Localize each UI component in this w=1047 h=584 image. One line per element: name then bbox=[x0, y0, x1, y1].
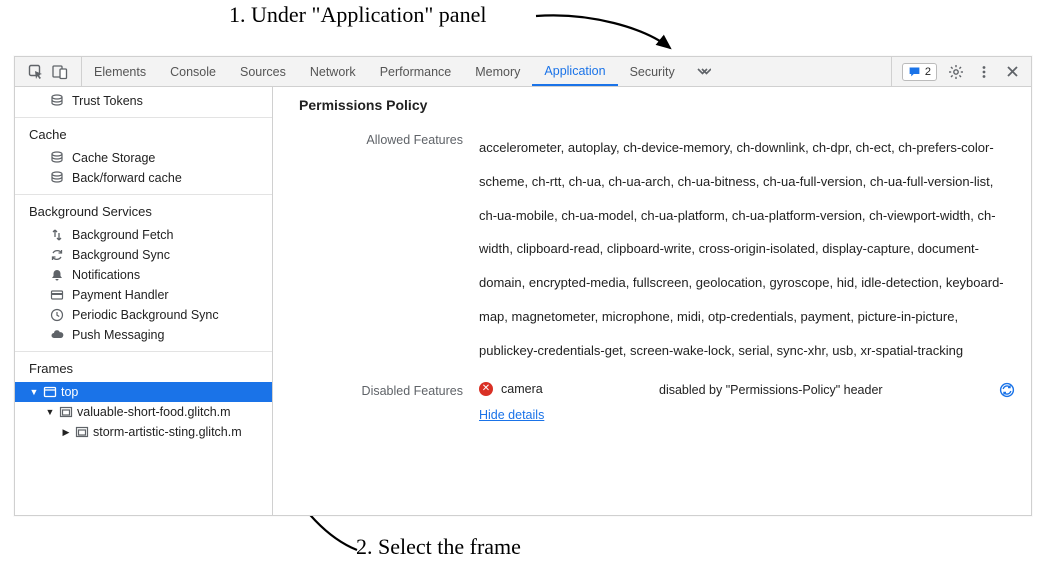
tab-elements[interactable]: Elements bbox=[82, 57, 158, 86]
allowed-features-value: accelerometer, autoplay, ch-device-memor… bbox=[479, 131, 1015, 368]
message-icon bbox=[908, 65, 921, 78]
arrow-top bbox=[530, 10, 690, 60]
card-icon bbox=[50, 288, 64, 302]
sidebar-label: Periodic Background Sync bbox=[72, 308, 219, 322]
tree-row-child[interactable]: ▶ storm-artistic-sting.glitch.m bbox=[15, 422, 272, 442]
devtools-window: Elements Console Sources Network Perform… bbox=[14, 56, 1032, 516]
sidebar-label: Cache Storage bbox=[72, 151, 155, 165]
sidebar-item-periodic-sync[interactable]: Periodic Background Sync bbox=[15, 305, 272, 325]
sidebar-label: Background Fetch bbox=[72, 228, 173, 242]
sidebar-label: Payment Handler bbox=[72, 288, 169, 302]
tree-row-child[interactable]: ▼ valuable-short-food.glitch.m bbox=[15, 402, 272, 422]
annotation-bottom: 2. Select the frame bbox=[356, 534, 521, 560]
messages-count: 2 bbox=[925, 66, 931, 78]
tabs-container: Elements Console Sources Network Perform… bbox=[82, 57, 891, 86]
hide-details-link[interactable]: Hide details bbox=[479, 408, 544, 422]
tree-label: valuable-short-food.glitch.m bbox=[77, 405, 231, 419]
kebab-icon[interactable] bbox=[975, 63, 993, 81]
sidebar-header-cache: Cache bbox=[15, 120, 272, 148]
section-title: Permissions Policy bbox=[299, 97, 1015, 113]
annotation-top: 1. Under "Application" panel bbox=[229, 2, 486, 28]
transfer-icon bbox=[50, 228, 64, 242]
caret-down-icon: ▼ bbox=[29, 387, 39, 397]
error-icon: ✕ bbox=[479, 382, 493, 396]
sidebar-item-bf-cache[interactable]: Back/forward cache bbox=[15, 168, 272, 188]
sidebar-header-bg: Background Services bbox=[15, 197, 272, 225]
database-icon bbox=[50, 151, 64, 165]
frames-tree: ▼ top ▼ valuable-short-food.glitch.m ▶ s… bbox=[15, 382, 272, 442]
close-icon[interactable] bbox=[1003, 63, 1021, 81]
tab-performance[interactable]: Performance bbox=[368, 57, 464, 86]
sidebar-item-cache-storage[interactable]: Cache Storage bbox=[15, 148, 272, 168]
more-tabs-icon[interactable] bbox=[687, 57, 721, 86]
sidebar-item-notifications[interactable]: Notifications bbox=[15, 265, 272, 285]
inspect-icon[interactable] bbox=[27, 63, 45, 81]
caret-right-icon: ▶ bbox=[61, 427, 71, 438]
database-icon bbox=[50, 94, 64, 108]
caret-down-icon: ▼ bbox=[45, 407, 55, 417]
iframe-icon bbox=[75, 425, 89, 439]
sidebar: Trust Tokens Cache Cache Storage Back/fo… bbox=[15, 87, 273, 515]
sidebar-label: Background Sync bbox=[72, 248, 170, 262]
tree-row-top[interactable]: ▼ top bbox=[15, 382, 272, 402]
disabled-feature-reason: disabled by "Permissions-Policy" header bbox=[659, 383, 991, 397]
disabled-feature-name: camera bbox=[501, 382, 543, 396]
disabled-features-label: Disabled Features bbox=[299, 382, 479, 398]
sidebar-item-bg-sync[interactable]: Background Sync bbox=[15, 245, 272, 265]
messages-badge[interactable]: 2 bbox=[902, 63, 937, 81]
clock-icon bbox=[50, 308, 64, 322]
sidebar-label: Notifications bbox=[72, 268, 140, 282]
sidebar-label: Push Messaging bbox=[72, 328, 164, 342]
allowed-features-label: Allowed Features bbox=[299, 131, 479, 368]
window-icon bbox=[43, 385, 57, 399]
cloud-icon bbox=[50, 328, 64, 342]
gear-icon[interactable] bbox=[947, 63, 965, 81]
tab-security[interactable]: Security bbox=[618, 57, 687, 86]
sidebar-label: Back/forward cache bbox=[72, 171, 182, 185]
reload-icon[interactable] bbox=[999, 382, 1015, 398]
tab-console[interactable]: Console bbox=[158, 57, 228, 86]
main-panel: Permissions Policy Allowed Features acce… bbox=[273, 87, 1031, 515]
sidebar-header-frames: Frames bbox=[15, 354, 272, 382]
sidebar-item-trust-tokens[interactable]: Trust Tokens bbox=[15, 91, 272, 111]
sidebar-item-push-messaging[interactable]: Push Messaging bbox=[15, 325, 272, 345]
tab-sources[interactable]: Sources bbox=[228, 57, 298, 86]
iframe-icon bbox=[59, 405, 73, 419]
tab-network[interactable]: Network bbox=[298, 57, 368, 86]
database-icon bbox=[50, 171, 64, 185]
device-toggle-icon[interactable] bbox=[51, 63, 69, 81]
tree-label: top bbox=[61, 385, 78, 399]
bell-icon bbox=[50, 268, 64, 282]
tab-application[interactable]: Application bbox=[532, 57, 617, 86]
sidebar-item-payment-handler[interactable]: Payment Handler bbox=[15, 285, 272, 305]
sync-icon bbox=[50, 248, 64, 262]
tabstrip: Elements Console Sources Network Perform… bbox=[15, 57, 1031, 87]
tab-memory[interactable]: Memory bbox=[463, 57, 532, 86]
tree-label: storm-artistic-sting.glitch.m bbox=[93, 425, 242, 439]
sidebar-item-bg-fetch[interactable]: Background Fetch bbox=[15, 225, 272, 245]
sidebar-label: Trust Tokens bbox=[72, 94, 143, 108]
